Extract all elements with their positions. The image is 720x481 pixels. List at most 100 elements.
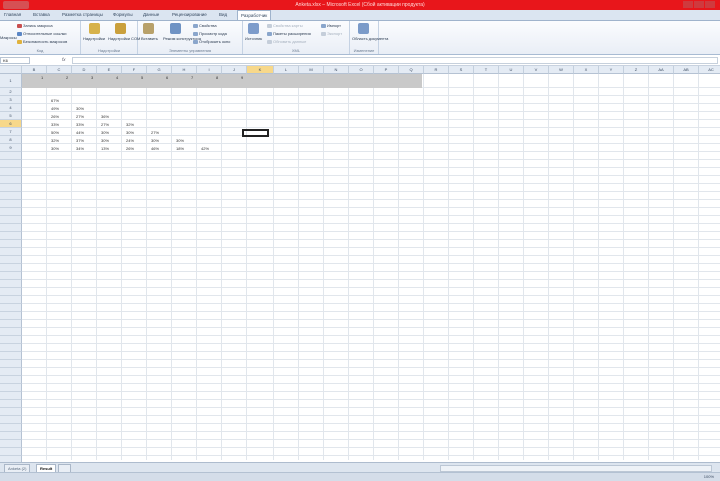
com-addins-button[interactable]: Надстройки COM (108, 36, 140, 41)
row-header[interactable]: 8 (0, 136, 22, 144)
percent-cell[interactable]: 30% (76, 106, 84, 111)
close-icon[interactable] (705, 1, 715, 8)
row-header[interactable] (0, 336, 22, 344)
percent-cell[interactable]: 67% (51, 98, 59, 103)
header-number-cell[interactable]: 4 (116, 75, 118, 80)
row-header[interactable] (0, 168, 22, 176)
row-header[interactable]: 6 (0, 120, 22, 128)
row-header[interactable] (0, 280, 22, 288)
column-header[interactable]: O (349, 66, 374, 74)
header-number-cell[interactable]: 8 (216, 75, 218, 80)
percent-cell[interactable]: 27% (151, 130, 159, 135)
document-panel-button[interactable]: Область документа (352, 36, 388, 41)
row-header[interactable]: 7 (0, 128, 22, 136)
percent-cell[interactable]: 30% (101, 130, 109, 135)
row-header[interactable] (0, 176, 22, 184)
addins-button[interactable]: Надстройки (83, 36, 105, 41)
row-header[interactable] (0, 248, 22, 256)
horizontal-scrollbar[interactable] (440, 465, 712, 472)
worksheet-grid[interactable]: B C D E F G H I J K L M N O P Q R S T U V W X Y Z AA AB AC 12345678… (0, 66, 720, 464)
macros-button[interactable]: Макросы (0, 35, 17, 40)
row-header[interactable]: 3 (0, 96, 22, 104)
percent-cell[interactable]: 34% (76, 146, 84, 151)
row-header[interactable] (0, 192, 22, 200)
record-macro-button[interactable]: Запись макроса (17, 23, 53, 28)
column-header[interactable]: D (72, 66, 97, 74)
tab-data[interactable]: Данные (143, 12, 159, 17)
tab-insert[interactable]: Вставка (33, 12, 50, 17)
tab-view[interactable]: Вид (219, 12, 227, 17)
row-header[interactable]: 9 (0, 144, 22, 152)
percent-cell[interactable]: 33% (76, 122, 84, 127)
percent-cell[interactable]: 30% (151, 138, 159, 143)
expansion-packs-button[interactable]: Пакеты расширения (267, 31, 311, 36)
column-header[interactable]: M (299, 66, 324, 74)
percent-cell[interactable]: 30% (101, 138, 109, 143)
percent-cell[interactable]: 33% (51, 122, 59, 127)
relative-refs-button[interactable]: Относительные ссылки (17, 31, 67, 36)
column-header[interactable]: Z (624, 66, 649, 74)
column-header[interactable]: C (47, 66, 72, 74)
column-header[interactable]: Y (599, 66, 624, 74)
row-header[interactable] (0, 160, 22, 168)
row-header[interactable] (0, 312, 22, 320)
percent-cell[interactable]: 26% (51, 114, 59, 119)
column-header[interactable]: L (274, 66, 299, 74)
row-header[interactable] (0, 208, 22, 216)
view-code-button[interactable]: Просмотр кода (193, 31, 227, 36)
row-header[interactable] (0, 304, 22, 312)
header-number-cell[interactable]: 1 (41, 75, 43, 80)
column-header[interactable]: E (97, 66, 122, 74)
row-header[interactable] (0, 360, 22, 368)
percent-cell[interactable]: 46% (151, 146, 159, 151)
column-header[interactable]: F (122, 66, 147, 74)
column-header[interactable]: N (324, 66, 349, 74)
header-number-cell[interactable]: 5 (141, 75, 143, 80)
row-header[interactable]: 4 (0, 104, 22, 112)
column-header[interactable]: Q (399, 66, 424, 74)
percent-cell[interactable]: 36% (101, 114, 109, 119)
header-number-cell[interactable]: 3 (91, 75, 93, 80)
percent-cell[interactable]: 27% (76, 114, 84, 119)
formula-input[interactable] (72, 57, 718, 64)
column-header[interactable]: R (424, 66, 449, 74)
header-number-cell[interactable]: 2 (66, 75, 68, 80)
percent-cell[interactable]: 49% (51, 106, 59, 111)
row-header[interactable] (0, 320, 22, 328)
percent-cell[interactable]: 32% (51, 138, 59, 143)
percent-cell[interactable]: 50% (51, 130, 59, 135)
select-all-corner[interactable] (0, 66, 22, 74)
row-header[interactable] (0, 288, 22, 296)
macro-security-button[interactable]: Безопасность макросов (17, 39, 67, 44)
row-header[interactable] (0, 240, 22, 248)
column-header[interactable]: T (474, 66, 499, 74)
column-header[interactable]: AB (674, 66, 699, 74)
fx-icon[interactable]: fx (62, 57, 66, 62)
percent-cell[interactable]: 24% (126, 138, 134, 143)
column-header[interactable]: I (197, 66, 222, 74)
header-number-cell[interactable]: 9 (241, 75, 243, 80)
selected-cell[interactable] (242, 129, 269, 137)
row-header[interactable]: 5 (0, 112, 22, 120)
header-number-cell[interactable]: 6 (166, 75, 168, 80)
percent-cell[interactable]: 13% (101, 146, 109, 151)
percent-cell[interactable]: 42% (201, 146, 209, 151)
row-header[interactable]: 2 (0, 88, 22, 96)
row-header[interactable] (0, 416, 22, 424)
column-header[interactable]: U (499, 66, 524, 74)
map-properties-button[interactable]: Свойства карты (267, 23, 303, 28)
row-header[interactable] (0, 392, 22, 400)
properties-button[interactable]: Свойства (193, 23, 217, 28)
row-header[interactable] (0, 224, 22, 232)
row-header[interactable] (0, 440, 22, 448)
row-header[interactable] (0, 352, 22, 360)
row-header[interactable] (0, 368, 22, 376)
row-header[interactable] (0, 384, 22, 392)
row-header[interactable] (0, 376, 22, 384)
header-number-cell[interactable]: 7 (191, 75, 193, 80)
percent-cell[interactable]: 18% (176, 146, 184, 151)
row-header[interactable] (0, 408, 22, 416)
export-button[interactable]: Экспорт (321, 31, 342, 36)
row-header[interactable] (0, 344, 22, 352)
row-header[interactable] (0, 232, 22, 240)
